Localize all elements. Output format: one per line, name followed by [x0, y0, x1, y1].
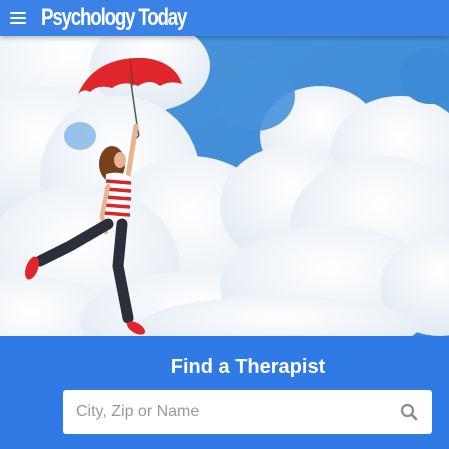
search-input[interactable]	[63, 390, 383, 434]
hero-image	[0, 36, 449, 336]
hamburger-menu-icon[interactable]	[10, 10, 28, 26]
site-logo[interactable]: Psychology Today	[41, 4, 187, 32]
top-bar: Psychology Today	[0, 0, 449, 36]
search-box	[63, 390, 432, 434]
find-therapist-panel: Find a Therapist	[0, 336, 449, 449]
find-therapist-heading: Find a Therapist	[170, 356, 326, 378]
search-icon[interactable]	[400, 403, 418, 421]
